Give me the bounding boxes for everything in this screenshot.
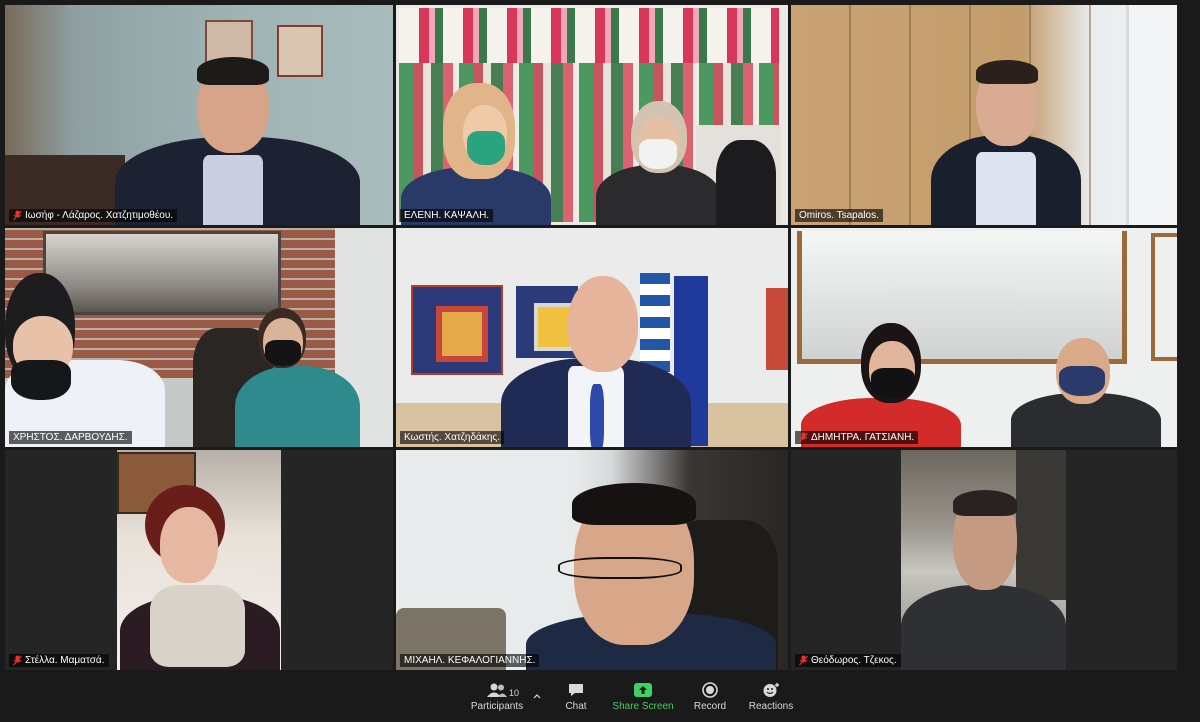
record-icon — [702, 682, 718, 698]
participants-icon — [487, 683, 507, 697]
muted-mic-icon — [13, 210, 22, 221]
participant-video — [120, 485, 280, 670]
participant-name-tag: Θεόδωρος. Τζεκος. — [795, 654, 901, 667]
video-tile-2[interactable]: ΕΛΕΝΗ. ΚΑΨΑΛΗ. — [396, 5, 788, 225]
painting-far-right — [766, 288, 788, 370]
participant-name-tag: ΔΗΜΗΤΡΑ. ΓΑΤΣΙΑΝΗ. — [795, 431, 919, 444]
participant-name-tag: ΕΛΕΝΗ. ΚΑΨΑΛΗ. — [400, 209, 494, 222]
participants-count: 10 — [509, 688, 520, 698]
participant-name: Omiros. Tsapalos. — [799, 210, 879, 221]
participant-name: Θεόδωρος. Τζεκος. — [811, 655, 897, 666]
participant-name: ΧΡΗΣΤΟΣ. ΔΑΡΒΟΥΔΗΣ. — [13, 432, 128, 443]
participant-video — [496, 276, 696, 447]
office-chair — [716, 140, 776, 225]
muted-mic-icon — [13, 655, 22, 666]
participant-name-tag: ΧΡΗΣΤΟΣ. ΔΑΡΒΟΥΔΗΣ. — [9, 431, 132, 444]
video-tile-1[interactable]: Ιωσήφ - Λάζαρος. Χατζητιμοθέου. — [5, 5, 393, 225]
video-tile-9[interactable]: Θεόδωρος. Τζεκος. — [791, 450, 1177, 670]
share-screen-label: Share Screen — [612, 701, 674, 712]
share-screen-button[interactable]: Share Screen — [612, 682, 674, 720]
meeting-toolbar: Participants 10 Chat Share Screen Record — [0, 676, 1200, 722]
participant-video — [1011, 338, 1161, 447]
participant-name: ΜΙΧΑΗΛ. ΚΕΦΑΛΟΓΙΑΝΝΗΣ. — [404, 655, 536, 666]
participant-name-tag: Κωστής. Χατζηδάκης. — [400, 431, 504, 444]
participants-label: Participants — [470, 701, 524, 712]
reactions-icon — [763, 683, 779, 697]
chat-label: Chat — [565, 701, 587, 712]
video-tile-6[interactable]: ΔΗΜΗΤΡΑ. ΓΑΤΣΙΑΝΗ. — [791, 228, 1177, 447]
participant-name-tag: Ιωσήφ - Λάζαρος. Χατζητιμοθέου. — [9, 209, 178, 222]
participant-video — [526, 483, 776, 670]
participant-name: ΕΛΕΝΗ. ΚΑΨΑΛΗ. — [404, 210, 490, 221]
reactions-label: Reactions — [748, 701, 794, 712]
video-tile-4[interactable]: ΧΡΗΣΤΟΣ. ΔΑΡΒΟΥΔΗΣ. — [5, 228, 393, 447]
video-tile-7[interactable]: Στέλλα. Μαματσά. — [5, 450, 393, 670]
participant-video — [401, 75, 561, 225]
chevron-up-icon[interactable] — [533, 693, 541, 699]
participant-video — [901, 490, 1066, 670]
window — [1126, 5, 1177, 225]
participant-name-tag: Στέλλα. Μαματσά. — [9, 654, 109, 667]
participant-video — [105, 55, 365, 225]
shelf-row — [399, 8, 779, 63]
participant-name-tag: ΜΙΧΑΗΛ. ΚΕΦΑΛΟΓΙΑΝΝΗΣ. — [400, 654, 540, 667]
share-screen-icon — [634, 683, 652, 697]
video-tile-3[interactable]: Omiros. Tsapalos. — [791, 5, 1177, 225]
participant-video — [801, 323, 961, 447]
participant-name: ΔΗΜΗΤΡΑ. ΓΑΤΣΙΑΝΗ. — [811, 432, 915, 443]
chat-button[interactable]: Chat — [558, 682, 594, 720]
reactions-button[interactable]: Reactions — [746, 682, 796, 720]
record-button[interactable]: Record — [690, 682, 730, 720]
participant-name: Στέλλα. Μαματσά. — [25, 655, 105, 666]
muted-mic-icon — [799, 432, 808, 443]
video-grid: Ιωσήφ - Λάζαρος. Χατζητιμοθέου. ΕΛΕΝΗ. Κ… — [0, 0, 1200, 676]
video-tile-5[interactable]: Κωστής. Χατζηδάκης. — [396, 228, 788, 447]
participant-video — [230, 308, 360, 447]
muted-mic-icon — [799, 655, 808, 666]
painting-left-inner — [436, 306, 488, 362]
participant-video — [896, 60, 1096, 225]
participant-name: Ιωσήφ - Λάζαρος. Χατζητιμοθέου. — [25, 210, 174, 221]
video-tile-8[interactable]: ΜΙΧΑΗΛ. ΚΕΦΑΛΟΓΙΑΝΝΗΣ. — [396, 450, 788, 670]
chat-icon — [569, 684, 583, 696]
participant-name-tag: Omiros. Tsapalos. — [795, 209, 883, 222]
participant-name: Κωστής. Χατζηδάκης. — [404, 432, 500, 443]
participant-video — [5, 268, 175, 447]
record-label: Record — [693, 701, 727, 712]
participant-video — [596, 95, 726, 225]
